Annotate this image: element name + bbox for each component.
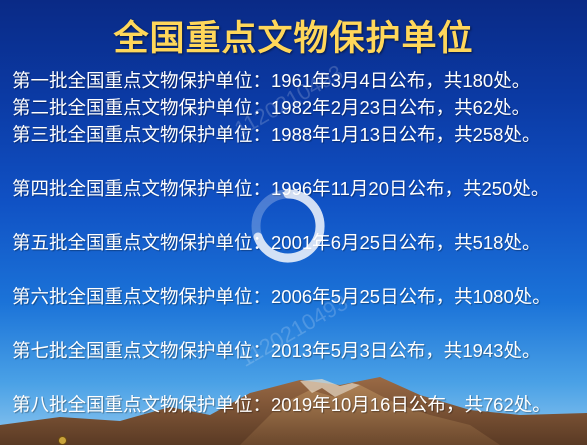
batch-day: 20 xyxy=(368,178,389,199)
batch-day: 23 xyxy=(359,97,381,118)
batch-month: 3 xyxy=(330,70,341,91)
batch-month: 6 xyxy=(330,232,341,253)
batch-day: 16 xyxy=(369,394,391,415)
batch-month: 5 xyxy=(330,286,341,307)
batch-year: 2006 xyxy=(271,286,313,307)
batch-label: 第四批全国重点文物保护单位： xyxy=(12,179,272,200)
batch-year: 2019 xyxy=(271,394,313,415)
batch-tail: 处。 xyxy=(513,287,551,308)
batch-count: 1943 xyxy=(462,340,504,361)
batch-count: 62 xyxy=(472,97,494,118)
batch-day: 25 xyxy=(359,286,381,307)
batch-day: 3 xyxy=(359,340,370,361)
batch-tail: 处。 xyxy=(503,341,541,362)
batch-label: 第一批全国重点文物保护单位： xyxy=(12,71,272,92)
batch-label: 第七批全国重点文物保护单位： xyxy=(12,341,272,362)
batch-count: 518 xyxy=(472,232,504,253)
batch-month: 11 xyxy=(330,178,350,199)
batch-year: 1982 xyxy=(271,97,313,118)
batch-label: 第二批全国重点文物保护单位： xyxy=(12,98,272,119)
batch-count: 258 xyxy=(472,124,504,145)
batch-month: 1 xyxy=(330,124,341,145)
slide-title: 全国重点文物保护单位 xyxy=(113,18,474,59)
corner-marker-icon xyxy=(58,436,67,445)
batch-tail: 处。 xyxy=(512,179,550,200)
batch-year: 1961 xyxy=(271,70,313,91)
batch-month: 5 xyxy=(330,340,341,361)
batch-count: 180 xyxy=(462,70,494,91)
batch-tail: 处。 xyxy=(513,395,551,416)
batch-label: 第八批全国重点文物保护单位： xyxy=(12,395,272,416)
batch-tail: 处。 xyxy=(493,98,531,119)
batch-year: 1988 xyxy=(271,124,313,145)
batch-item: 第七批全国重点文物保护单位：2013年5月3日公布，共1943处。 xyxy=(12,340,541,362)
batch-count: 250 xyxy=(481,178,513,199)
batch-tail: 处。 xyxy=(493,71,531,92)
batch-tail: 处。 xyxy=(503,125,541,146)
batch-item: 第八批全国重点文物保护单位：2019年10月16日公布，共762处。 xyxy=(12,394,551,416)
batch-item: 第三批全国重点文物保护单位：1988年1月13日公布，共258处。 xyxy=(12,124,541,146)
batch-label: 第五批全国重点文物保护单位： xyxy=(12,233,272,254)
batch-tail: 处。 xyxy=(503,233,541,254)
loading-spinner-icon xyxy=(251,189,325,263)
batch-count: 762 xyxy=(482,394,514,415)
batch-item: 第二批全国重点文物保护单位：1982年2月23日公布，共62处。 xyxy=(12,97,531,119)
batch-count: 1080 xyxy=(472,286,514,307)
batch-month: 2 xyxy=(330,97,341,118)
batch-day: 13 xyxy=(359,124,381,145)
batch-month: 10 xyxy=(330,394,352,415)
batch-label: 第三批全国重点文物保护单位： xyxy=(12,125,272,146)
batch-label: 第六批全国重点文物保护单位： xyxy=(12,287,272,308)
batch-day: 25 xyxy=(359,232,381,253)
batch-item: 第一批全国重点文物保护单位：1961年3月4日公布，共180处。 xyxy=(12,70,531,92)
slide: 全国重点文物保护单位 第一批全国重点文物保护单位：1961年3月4日公布，共18… xyxy=(0,0,587,445)
batch-year: 2013 xyxy=(271,340,313,361)
batch-item: 第六批全国重点文物保护单位：2006年5月25日公布，共1080处。 xyxy=(12,286,551,308)
batch-day: 4 xyxy=(359,70,370,91)
